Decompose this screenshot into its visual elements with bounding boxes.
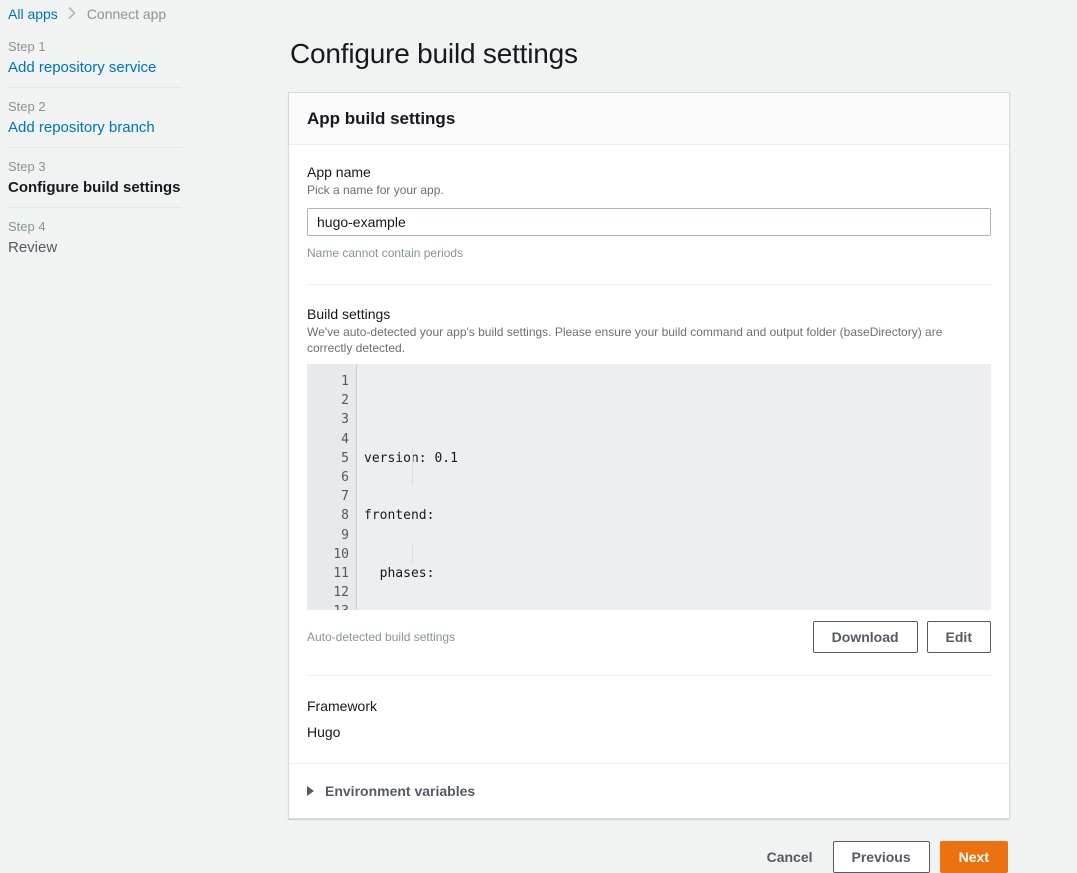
app-name-label: App name bbox=[307, 163, 991, 181]
sidebar-step-2-number: Step 2 bbox=[8, 98, 182, 116]
indent-guide bbox=[412, 544, 413, 563]
download-button[interactable]: Download bbox=[813, 621, 918, 653]
app-name-hint: Name cannot contain periods bbox=[307, 245, 991, 262]
code-line: phases: bbox=[364, 564, 991, 583]
edit-button[interactable]: Edit bbox=[927, 621, 991, 653]
line-number: 11 bbox=[307, 564, 349, 583]
next-button[interactable]: Next bbox=[940, 841, 1008, 873]
card-body: App name Pick a name for your app. Name … bbox=[289, 145, 1009, 818]
line-number: 1 bbox=[307, 372, 349, 391]
sidebar-step-3-label: Configure build settings bbox=[8, 178, 182, 198]
framework-label: Framework bbox=[307, 696, 991, 716]
line-number: 3 bbox=[307, 410, 349, 429]
environment-variables-label: Environment variables bbox=[325, 783, 475, 799]
wizard-steps-sidebar: Step 1 Add repository service Step 2 Add… bbox=[8, 38, 182, 277]
card-header: App build settings bbox=[289, 93, 1009, 145]
editor-code-area[interactable]: version: 0.1 frontend: phases: build: co… bbox=[357, 364, 991, 610]
sidebar-step-3: Step 3 Configure build settings bbox=[8, 158, 182, 208]
framework-section: Framework Hugo bbox=[307, 676, 991, 763]
app-name-input[interactable] bbox=[307, 208, 991, 236]
sidebar-step-4: Step 4 Review bbox=[8, 218, 182, 267]
line-number: 13 bbox=[307, 602, 349, 610]
line-number: 10 bbox=[307, 545, 349, 564]
sidebar-step-4-label: Review bbox=[8, 238, 182, 258]
sidebar-step-1: Step 1 Add repository service bbox=[8, 38, 182, 88]
build-settings-description: We've auto-detected your app's build set… bbox=[307, 324, 977, 356]
build-settings-title: Build settings bbox=[307, 305, 991, 323]
line-number: 7 bbox=[307, 487, 349, 506]
line-number: 6 bbox=[307, 468, 349, 487]
sidebar-step-1-number: Step 1 bbox=[8, 38, 182, 56]
sidebar-step-3-number: Step 3 bbox=[8, 158, 182, 176]
line-number: 12 bbox=[307, 583, 349, 602]
sidebar-step-1-label[interactable]: Add repository service bbox=[8, 58, 182, 78]
sidebar-step-2: Step 2 Add repository branch bbox=[8, 98, 182, 148]
environment-variables-expander[interactable]: Environment variables bbox=[289, 763, 1009, 818]
wizard-footer-actions: Cancel Previous Next bbox=[288, 841, 1010, 873]
breadcrumb-all-apps[interactable]: All apps bbox=[8, 6, 58, 22]
code-line: version: 0.1 bbox=[364, 449, 991, 468]
framework-value: Hugo bbox=[307, 721, 991, 743]
line-number: 5 bbox=[307, 449, 349, 468]
sidebar-step-4-number: Step 4 bbox=[8, 218, 182, 236]
cancel-button[interactable]: Cancel bbox=[757, 841, 823, 873]
indent-guide bbox=[412, 448, 413, 486]
app-name-field-group: App name Pick a name for your app. Name … bbox=[307, 163, 991, 262]
editor-line-number-gutter: 1 2 3 4 5 6 7 8 9 10 11 12 13 bbox=[307, 364, 357, 610]
app-name-description: Pick a name for your app. bbox=[307, 182, 991, 199]
line-number: 4 bbox=[307, 430, 349, 449]
page-title: Configure build settings bbox=[290, 38, 1010, 70]
app-build-settings-card: App build settings App name Pick a name … bbox=[288, 92, 1010, 819]
line-number: 8 bbox=[307, 506, 349, 525]
editor-caption: Auto-detected build settings bbox=[307, 630, 455, 644]
line-number: 9 bbox=[307, 526, 349, 545]
breadcrumb-current: Connect app bbox=[87, 6, 166, 22]
editor-button-group: Download Edit bbox=[813, 621, 991, 653]
build-settings-section: Build settings We've auto-detected your … bbox=[307, 285, 991, 653]
line-number: 2 bbox=[307, 391, 349, 410]
caret-right-icon bbox=[307, 786, 314, 796]
build-spec-editor[interactable]: 1 2 3 4 5 6 7 8 9 10 11 12 13 bbox=[307, 364, 991, 610]
chevron-right-icon bbox=[68, 7, 77, 22]
main-content: Configure build settings App build setti… bbox=[288, 0, 1010, 873]
card-header-title: App build settings bbox=[307, 109, 991, 129]
code-line: frontend: bbox=[364, 506, 991, 525]
previous-button[interactable]: Previous bbox=[833, 841, 930, 873]
sidebar-step-2-label[interactable]: Add repository branch bbox=[8, 118, 182, 138]
editor-footer: Auto-detected build settings Download Ed… bbox=[307, 621, 991, 653]
breadcrumb: All apps Connect app bbox=[8, 4, 166, 24]
